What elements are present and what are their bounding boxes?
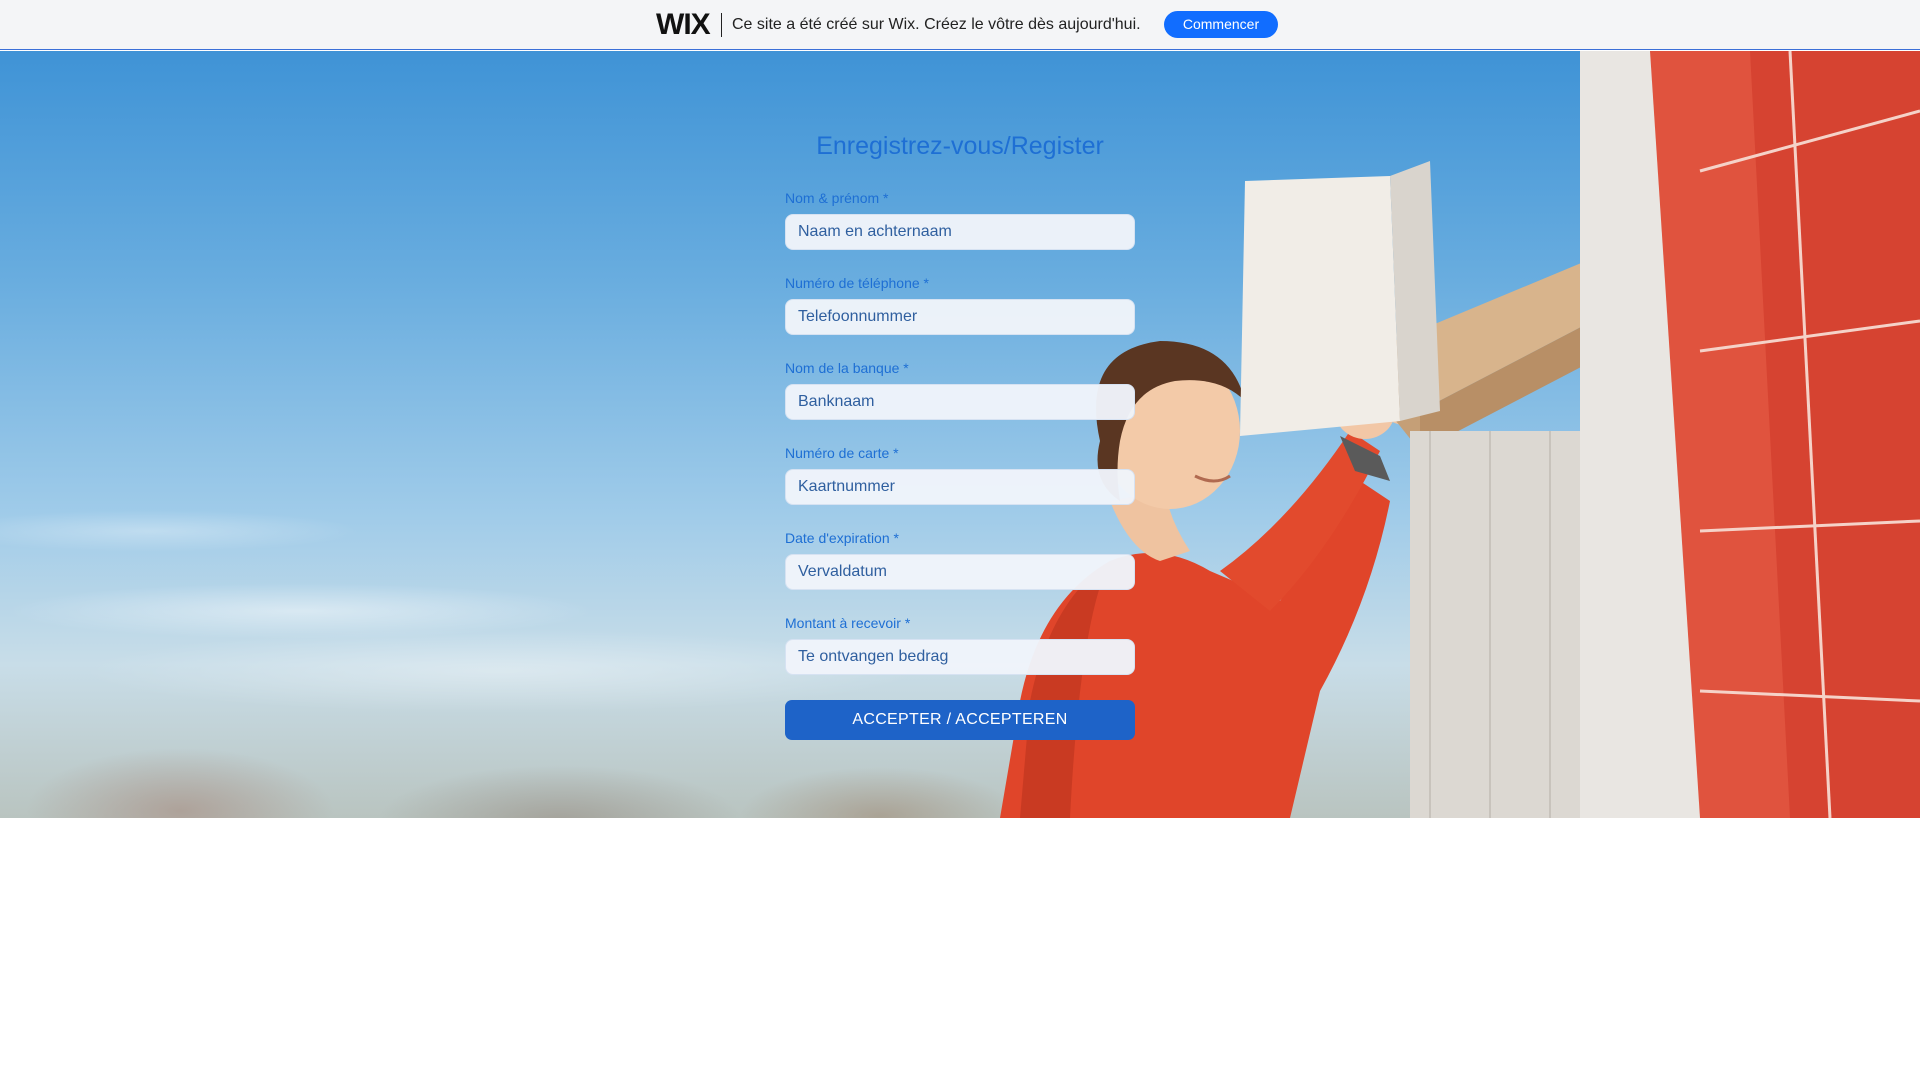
phone-input[interactable] bbox=[785, 299, 1135, 335]
accept-button[interactable]: ACCEPTER / ACCEPTEREN bbox=[785, 700, 1135, 740]
amount-label: Montant à recevoir * bbox=[785, 615, 911, 631]
expiration-date-label: Date d'expiration * bbox=[785, 530, 899, 546]
expiration-date-input[interactable] bbox=[785, 554, 1135, 590]
wix-banner: WIX Ce site a été créé sur Wix. Créez le… bbox=[0, 0, 1920, 50]
parcel-lockers-image bbox=[1240, 51, 1920, 818]
banner-message: Ce site a été créé sur Wix. Créez le vôt… bbox=[732, 16, 1141, 33]
amount-input[interactable] bbox=[785, 639, 1135, 675]
phone-label: Numéro de téléphone * bbox=[785, 275, 929, 291]
full-name-input[interactable] bbox=[785, 214, 1135, 250]
full-name-label: Nom & prénom * bbox=[785, 190, 889, 206]
banner-divider bbox=[721, 13, 722, 37]
form-title: Enregistrez-vous/Register bbox=[816, 132, 1104, 160]
wix-logo[interactable]: WIX bbox=[656, 10, 711, 40]
bank-name-input[interactable] bbox=[785, 384, 1135, 420]
card-number-label: Numéro de carte * bbox=[785, 445, 899, 461]
start-button[interactable]: Commencer bbox=[1164, 11, 1278, 38]
bank-name-label: Nom de la banque * bbox=[785, 360, 909, 376]
card-number-input[interactable] bbox=[785, 469, 1135, 505]
